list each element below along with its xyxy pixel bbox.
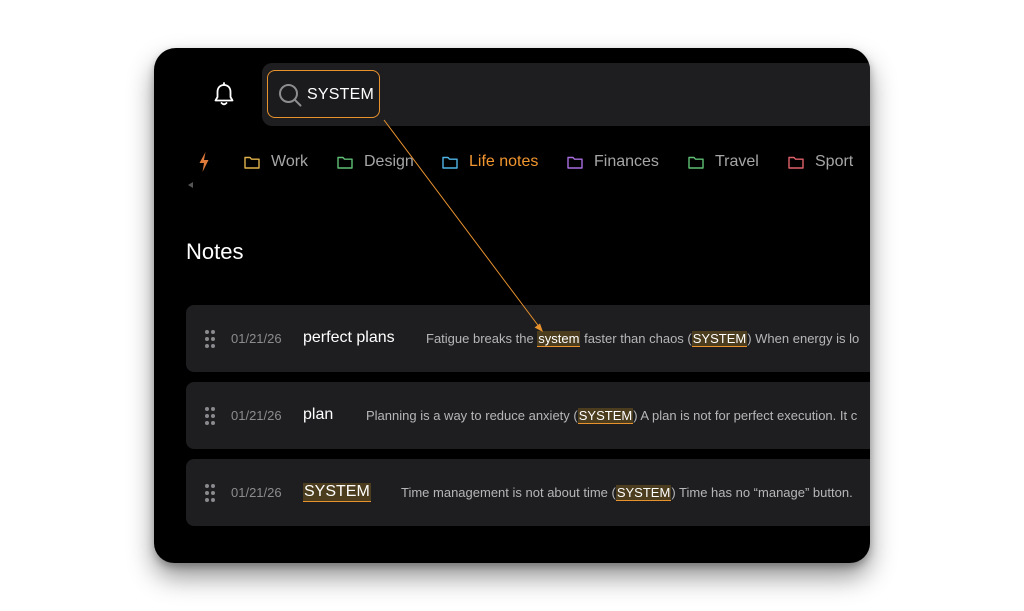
category-label: Finances (594, 153, 659, 170)
preview-text: Time management is not about time ( (401, 485, 616, 500)
preview-text: Planning is a way to reduce anxiety ( (366, 408, 578, 423)
search-match: SYSTEM (615, 485, 672, 501)
note-date: 01/21/26 (231, 331, 282, 346)
note-row[interactable]: 01/21/26 SYSTEM Time management is not a… (186, 459, 870, 526)
preview-text: ) A plan is not for perfect execution. I… (633, 408, 858, 423)
folder-icon (567, 156, 583, 169)
search-match: SYSTEM (577, 408, 634, 424)
preview-text: faster than chaos ( (580, 331, 692, 346)
section-title: Notes (186, 239, 244, 264)
search-match: SYSTEM (691, 331, 748, 347)
category-bar: Work Design Life notes Finances Travel S… (154, 149, 870, 177)
note-row[interactable]: 01/21/26 perfect plans Fatigue breaks th… (186, 305, 870, 372)
category-sport[interactable]: Sport (788, 153, 853, 171)
category-label: Travel (715, 153, 759, 170)
preview-text: ) When energy is lo (747, 331, 860, 346)
note-title: plan (303, 406, 334, 423)
note-title: perfect plans (303, 329, 395, 346)
category-label: Design (364, 153, 414, 170)
drag-handle-icon[interactable] (205, 330, 217, 348)
note-preview: Time management is not about time (SYSTE… (401, 485, 853, 501)
folder-icon (244, 156, 260, 169)
preview-text: Fatigue breaks the (426, 331, 538, 346)
drag-handle-icon[interactable] (205, 407, 217, 425)
note-title: SYSTEM (303, 483, 371, 502)
drag-handle-icon[interactable] (205, 484, 217, 502)
category-label: Work (271, 153, 309, 170)
folder-icon (442, 156, 458, 169)
app-window: SYSTEM Work Design Life notes Finances T… (154, 48, 870, 563)
bolt-icon[interactable] (198, 152, 210, 172)
bell-icon[interactable] (212, 82, 236, 108)
preview-text: ) Time has no “manage” button. (671, 485, 853, 500)
note-date: 01/21/26 (231, 408, 282, 423)
search-match: system (537, 331, 581, 347)
scroll-left-icon[interactable] (188, 182, 193, 188)
note-preview: Planning is a way to reduce anxiety (SYS… (366, 408, 858, 424)
category-work[interactable]: Work (244, 153, 308, 171)
category-design[interactable]: Design (337, 153, 414, 171)
search-bar: SYSTEM (262, 63, 870, 126)
category-life-notes[interactable]: Life notes (442, 153, 538, 171)
folder-icon (688, 156, 704, 169)
category-label: Sport (815, 153, 854, 170)
category-travel[interactable]: Travel (688, 153, 759, 171)
note-date: 01/21/26 (231, 485, 282, 500)
note-preview: Fatigue breaks the system faster than ch… (426, 331, 860, 347)
search-input[interactable]: SYSTEM (267, 70, 380, 118)
category-finances[interactable]: Finances (567, 153, 659, 171)
search-query: SYSTEM (307, 86, 374, 103)
search-icon (279, 84, 302, 107)
note-row[interactable]: 01/21/26 plan Planning is a way to reduc… (186, 382, 870, 449)
folder-icon (788, 156, 804, 169)
category-label: Life notes (469, 153, 539, 170)
folder-icon (337, 156, 353, 169)
